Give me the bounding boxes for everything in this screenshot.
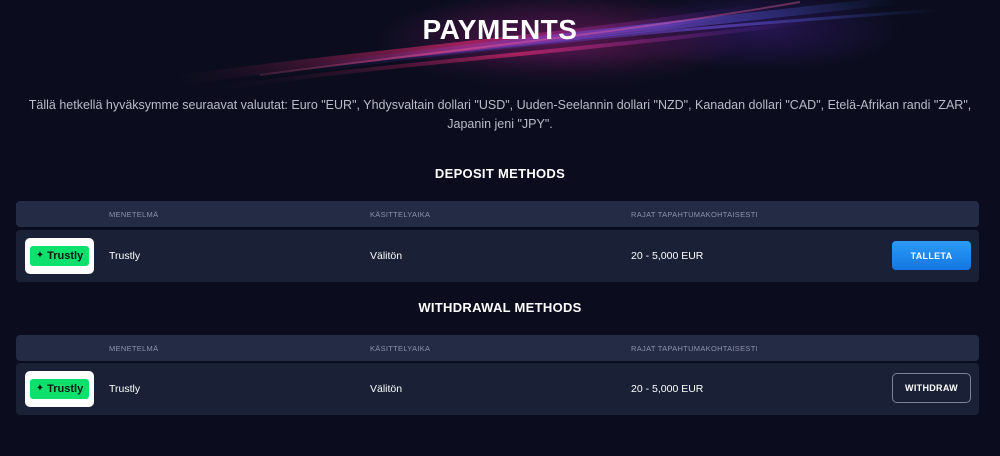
deposit-method-row: ✦ Trustly Trustly Välitön 20 - 5,000 EUR… xyxy=(16,230,979,282)
withdrawal-method-row: ✦ Trustly Trustly Välitön 20 - 5,000 EUR… xyxy=(16,363,979,415)
page-title: PAYMENTS xyxy=(422,14,578,45)
column-header-processing: KÄSITTELYAIKA xyxy=(370,210,431,219)
deposit-table-header: MENETELMÄ KÄSITTELYAIKA RAJAT TAPAHTUMAK… xyxy=(16,201,979,227)
column-header-method: MENETELMÄ xyxy=(109,344,159,353)
trustly-logo: ✦ Trustly xyxy=(25,238,94,274)
trustly-logo-text: Trustly xyxy=(47,383,84,395)
trustly-logo-icon: ✦ xyxy=(35,250,45,261)
transaction-limits: 20 - 5,000 EUR xyxy=(631,250,704,262)
trustly-logo: ✦ Trustly xyxy=(25,371,94,407)
currency-intro-text: Tällä hetkellä hyväksymme seuraavat valu… xyxy=(28,98,972,131)
method-name: Trustly xyxy=(109,250,141,262)
deposit-button[interactable]: TALLETA xyxy=(892,241,971,270)
withdraw-button[interactable]: WITHDRAW xyxy=(892,373,971,403)
trustly-logo-text: Trustly xyxy=(47,250,84,262)
method-name: Trustly xyxy=(109,383,141,395)
processing-time: Välitön xyxy=(370,383,403,395)
withdrawal-table-header: MENETELMÄ KÄSITTELYAIKA RAJAT TAPAHTUMAK… xyxy=(16,335,979,361)
column-header-method: MENETELMÄ xyxy=(109,210,159,219)
transaction-limits: 20 - 5,000 EUR xyxy=(631,383,704,395)
column-header-limits: RAJAT TAPAHTUMAKOHTAISESTI xyxy=(631,210,758,219)
column-header-processing: KÄSITTELYAIKA xyxy=(370,344,431,353)
trustly-logo-icon: ✦ xyxy=(35,383,45,394)
deposit-section-title: DEPOSIT METHODS xyxy=(434,166,566,181)
column-header-limits: RAJAT TAPAHTUMAKOHTAISESTI xyxy=(631,344,758,353)
processing-time: Välitön xyxy=(370,250,403,262)
withdrawal-section-title: WITHDRAWAL METHODS xyxy=(418,300,582,315)
